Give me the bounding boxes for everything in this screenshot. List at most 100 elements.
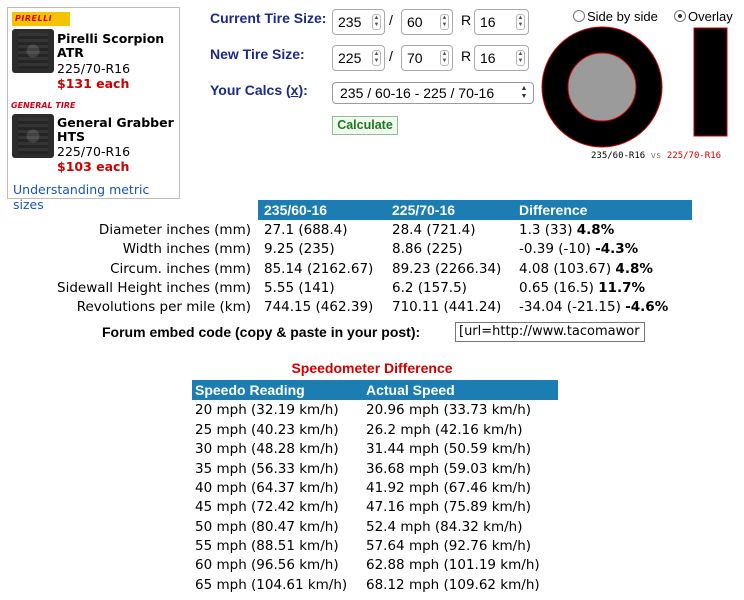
tire-profile-new [693, 27, 728, 137]
tire-image-2[interactable] [12, 114, 54, 158]
speedo-row-actual: 31.44 mph (50.59 km/h) [366, 441, 532, 457]
overlay-option[interactable]: Overlay [674, 9, 733, 24]
pirelli-logo: PIRELLI [12, 12, 70, 26]
speedo-row-reading: 65 mph (104.61 km/h) [195, 577, 348, 593]
revolutions-new: 710.11 (441.24) [392, 299, 502, 315]
revolutions-diff-value: -34.04 (-21.15) [519, 299, 621, 315]
width-new: 8.86 (225) [392, 241, 463, 257]
revolutions-diff-pct: -4.6% [625, 299, 669, 315]
current-tire-size-label: Current Tire Size: [210, 10, 327, 26]
current-rim-value: 16 [480, 14, 496, 30]
side-by-side-radio[interactable] [573, 10, 585, 22]
tire-image-1[interactable] [12, 29, 54, 73]
header-difference: Difference [519, 202, 588, 218]
speedo-row-reading: 35 mph (56.33 km/h) [195, 461, 339, 477]
new-rim-select[interactable]: 16 ▲ ▼ [474, 45, 529, 71]
new-width-select[interactable]: 225 ▲ ▼ [332, 45, 385, 71]
wheel-rim [567, 52, 637, 122]
row-label-width: Width inches (mm) [122, 241, 251, 257]
product-1-size: 225/70-R16 [57, 61, 131, 76]
product-2-name[interactable]: General Grabber HTS [57, 116, 177, 144]
row-label-circumference: Circum. inches (mm) [110, 261, 251, 277]
header-speedo-reading: Speedo Reading [195, 382, 305, 398]
your-calcs-label-text: Your Calcs ( [210, 82, 291, 98]
width-current: 9.25 (235) [264, 241, 335, 257]
speedo-row-actual: 62.88 mph (101.19 km/h) [366, 557, 540, 573]
comparison-header: 235/60-16 225/70-16 Difference [258, 200, 692, 220]
row-label-sidewall: Sidewall Height inches (mm) [57, 280, 251, 296]
speedo-row-reading: 40 mph (64.37 km/h) [195, 480, 339, 496]
header-current-size: 235/60-16 [264, 202, 328, 218]
your-calcs-select[interactable]: 235 / 60-16 - 225 / 70-16 ▲ ▼ [332, 82, 534, 104]
speedo-row-reading: 45 mph (72.42 km/h) [195, 499, 339, 515]
speedo-row-actual: 20.96 mph (33.73 km/h) [366, 402, 532, 418]
calculate-button[interactable]: Calculate [332, 116, 398, 135]
tire-ad-box: PIRELLI Pirelli Scorpion ATR 225/70-R16 … [7, 7, 180, 212]
diameter-current: 27.1 (688.4) [264, 222, 348, 238]
sidewall-difference: 0.65 (16.5) 11.7% [519, 279, 645, 297]
speedo-row-reading: 20 mph (32.19 km/h) [195, 402, 339, 418]
speedo-row-actual: 47.16 mph (75.89 km/h) [366, 499, 532, 515]
forum-embed-label: Forum embed code (copy & paste in your p… [102, 324, 421, 340]
product-2-price: $103 each [57, 159, 130, 174]
circumference-new: 89.23 (2266.34) [392, 261, 502, 277]
speedo-row-reading: 55 mph (88.51 km/h) [195, 538, 339, 554]
caption-current-size: 235/60-R16 [591, 151, 646, 161]
header-new-size: 225/70-16 [392, 202, 456, 218]
row-label-revolutions: Revolutions per mile (km) [76, 299, 251, 315]
diameter-new: 28.4 (721.4) [392, 222, 476, 238]
tire-comparison-caption: 235/60-R16 vs 225/70-R16 [591, 151, 721, 161]
revolutions-current: 744.15 (462.39) [264, 299, 374, 315]
overlay-label: Overlay [688, 9, 733, 24]
diameter-diff-pct: 4.8% [576, 222, 615, 238]
new-aspect-select[interactable]: 70 ▲ ▼ [401, 45, 453, 71]
circumference-current: 85.14 (2162.67) [264, 261, 374, 277]
spin-arrows-icon: ▲ ▼ [372, 14, 381, 30]
forum-embed-code-field[interactable]: [url=http://www.tacomawor [455, 322, 645, 342]
your-calcs-label: Your Calcs (x): [210, 82, 308, 98]
current-aspect-value: 60 [407, 14, 423, 30]
speedometer-difference-title: Speedometer Difference [291, 360, 453, 376]
new-width-value: 225 [338, 50, 362, 66]
general-tire-logo: GENERAL TIRE [11, 99, 85, 125]
speedo-row-reading: 50 mph (80.47 km/h) [195, 519, 339, 535]
diameter-diff-value: 1.3 (33) [519, 222, 573, 238]
width-diff-value: -0.39 (-10) [519, 241, 591, 257]
current-aspect-select[interactable]: 60 ▲ ▼ [401, 9, 453, 35]
select-arrows-icon: ▲ ▼ [520, 85, 528, 100]
your-calcs-label-suffix: ): [298, 82, 308, 98]
circumference-difference: 4.08 (103.67) 4.8% [519, 260, 653, 278]
side-by-side-label: Side by side [587, 9, 658, 24]
caption-vs: vs [650, 151, 662, 161]
new-rim-value: 16 [480, 50, 496, 66]
product-1-price: $131 each [57, 76, 130, 91]
circumference-diff-pct: 4.8% [615, 261, 653, 277]
header-actual-speed: Actual Speed [366, 382, 455, 398]
width-diff-pct: -4.3% [595, 241, 639, 257]
current-width-select[interactable]: 235 ▲ ▼ [332, 9, 385, 35]
speedo-header: Speedo Reading Actual Speed [192, 380, 558, 400]
new-tire-size-label: New Tire Size: [210, 46, 305, 62]
speedo-row-reading: 60 mph (96.56 km/h) [195, 557, 339, 573]
new-aspect-value: 70 [407, 50, 423, 66]
sidewall-new: 6.2 (157.5) [392, 280, 467, 296]
r-separator: R [461, 12, 472, 28]
overlay-radio[interactable] [674, 10, 686, 22]
understanding-metric-sizes-link[interactable]: Understanding metric sizes [13, 182, 179, 212]
circumference-diff-value: 4.08 (103.67) [519, 261, 612, 277]
product-2-size: 225/70-R16 [57, 144, 131, 159]
product-1-name[interactable]: Pirelli Scorpion ATR [57, 32, 177, 60]
revolutions-difference: -34.04 (-21.15) -4.6% [519, 298, 668, 316]
spin-arrows-icon: ▲ ▼ [516, 50, 525, 66]
diameter-difference: 1.3 (33) 4.8% [519, 221, 614, 239]
side-by-side-option[interactable]: Side by side [573, 9, 658, 24]
speedo-row-actual: 41.92 mph (67.46 km/h) [366, 480, 532, 496]
speedo-row-reading: 30 mph (48.28 km/h) [195, 441, 339, 457]
r-separator: R [461, 48, 472, 64]
sidewall-diff-value: 0.65 (16.5) [519, 280, 594, 296]
sidewall-current: 5.55 (141) [264, 280, 335, 296]
spin-arrows-icon: ▲ ▼ [372, 50, 381, 66]
spin-arrows-icon: ▲ ▼ [440, 14, 449, 30]
slash-separator: / [389, 12, 393, 28]
current-rim-select[interactable]: 16 ▲ ▼ [474, 9, 529, 35]
